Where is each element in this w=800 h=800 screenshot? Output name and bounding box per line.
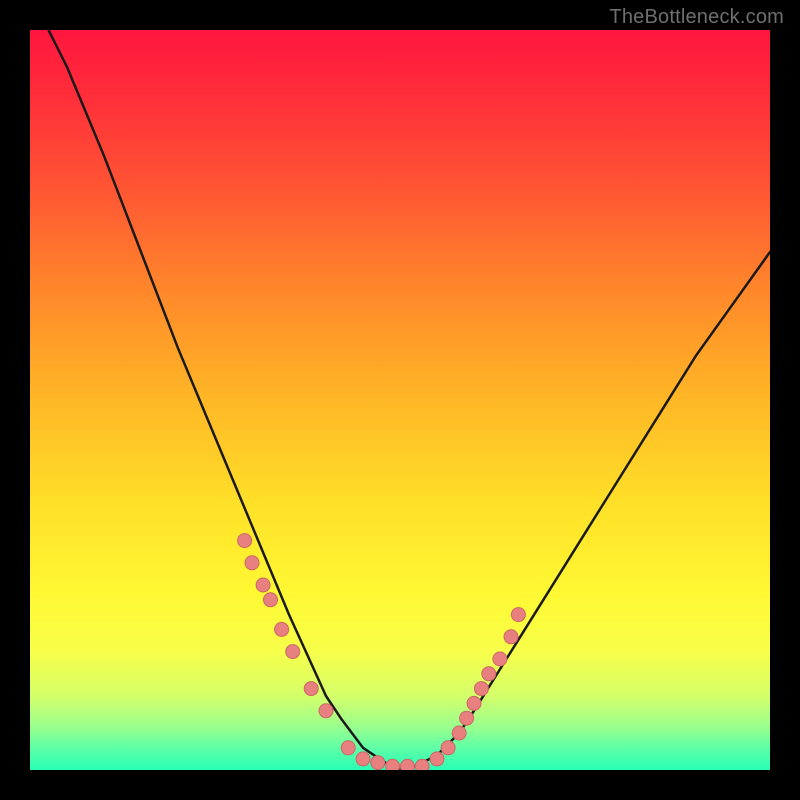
chart-svg bbox=[30, 30, 770, 770]
bottleneck-curve bbox=[30, 30, 770, 770]
sample-dot bbox=[430, 752, 444, 766]
sample-dot bbox=[319, 704, 333, 718]
sample-dot bbox=[256, 578, 270, 592]
curve-layer bbox=[30, 30, 770, 770]
sample-dot bbox=[441, 741, 455, 755]
sample-dot bbox=[460, 711, 474, 725]
sample-dot bbox=[245, 556, 259, 570]
plot-area bbox=[30, 30, 770, 770]
sample-dot bbox=[304, 682, 318, 696]
sample-dot bbox=[511, 608, 525, 622]
sample-dot bbox=[474, 682, 488, 696]
sample-dot bbox=[275, 622, 289, 636]
sample-dot bbox=[286, 645, 300, 659]
sample-dot bbox=[341, 741, 355, 755]
sample-dot bbox=[482, 667, 496, 681]
sample-dot bbox=[386, 759, 400, 770]
watermark-label: TheBottleneck.com bbox=[609, 6, 784, 29]
sample-dot bbox=[493, 652, 507, 666]
sample-dot bbox=[415, 759, 429, 770]
sample-dot bbox=[400, 759, 414, 770]
chart-frame: TheBottleneck.com bbox=[0, 0, 800, 800]
sample-dot bbox=[356, 752, 370, 766]
sample-dot bbox=[238, 534, 252, 548]
sample-dot bbox=[264, 593, 278, 607]
sample-dot bbox=[504, 630, 518, 644]
sample-dot bbox=[467, 696, 481, 710]
dots-layer bbox=[238, 534, 526, 770]
sample-dot bbox=[452, 726, 466, 740]
sample-dot bbox=[371, 756, 385, 770]
